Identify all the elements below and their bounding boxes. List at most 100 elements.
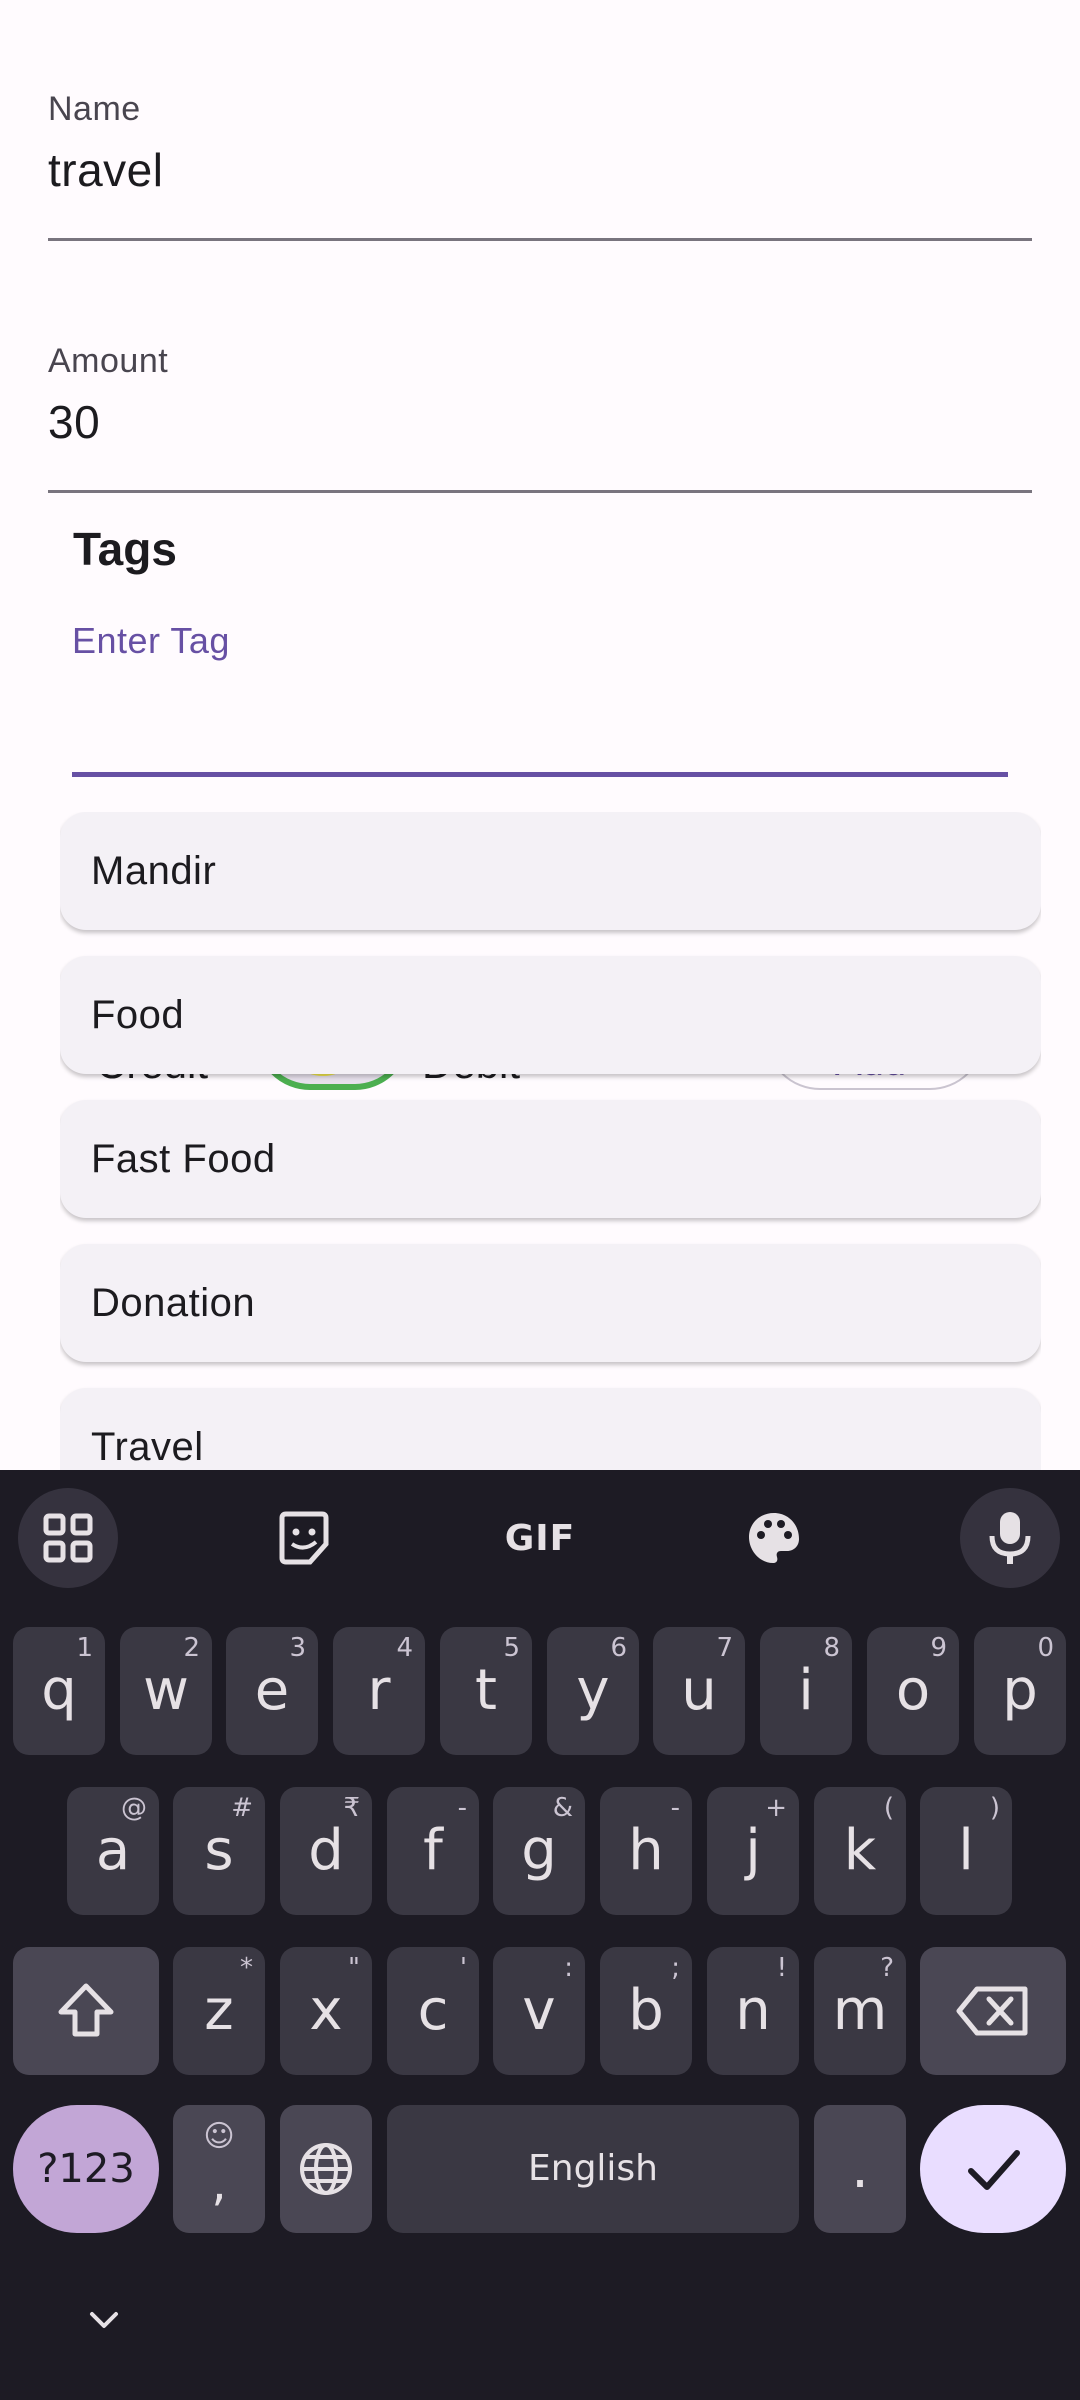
shift-icon (58, 1983, 114, 2037)
palette-icon[interactable] (724, 1488, 824, 1588)
key-char: y (576, 1658, 610, 1723)
backspace-key[interactable] (920, 1947, 1066, 2075)
key-char: x (309, 1978, 343, 2043)
key-k[interactable]: k( (814, 1787, 906, 1915)
done-key[interactable] (920, 2105, 1066, 2233)
key-hint: ? (880, 1953, 894, 1983)
key-y[interactable]: y6 (547, 1627, 639, 1755)
tag-input[interactable]: Enter Tag (72, 620, 1008, 780)
space-label: English (528, 2148, 658, 2189)
key-j[interactable]: j + (707, 1787, 799, 1915)
key-d[interactable]: d ₹ (280, 1787, 372, 1915)
key-char: s (204, 1818, 234, 1883)
key-hint: * (240, 1953, 253, 1983)
sticker-icon[interactable] (254, 1488, 354, 1588)
key-b[interactable]: b; (600, 1947, 692, 2075)
microphone-icon[interactable] (960, 1488, 1060, 1588)
key-char: a (95, 1818, 131, 1883)
amount-label: Amount (48, 342, 169, 380)
suggestion-item[interactable]: Fast Food (60, 1100, 1041, 1218)
backspace-icon (956, 1986, 1028, 2036)
comma-key[interactable]: ☺ , (173, 2105, 265, 2233)
suggestion-item[interactable]: Mandir (60, 812, 1041, 930)
key-s[interactable]: s # (173, 1787, 265, 1915)
key-char: j (745, 1818, 761, 1883)
period-label: . (851, 2136, 869, 2201)
key-m[interactable]: m? (814, 1947, 906, 2075)
key-hint: 0 (1037, 1633, 1054, 1663)
key-char: c (417, 1978, 449, 2043)
key-u[interactable]: u7 (653, 1627, 745, 1755)
key-a[interactable]: a @ (67, 1787, 159, 1915)
key-hint: ' (459, 1953, 467, 1983)
key-hint: & (552, 1793, 573, 1823)
key-hint: - (457, 1793, 467, 1823)
grid-icon[interactable] (18, 1488, 118, 1588)
key-hint: 4 (396, 1633, 413, 1663)
key-t[interactable]: t5 (440, 1627, 532, 1755)
suggestion-item[interactable]: Food (60, 956, 1041, 1074)
name-value[interactable]: travel (48, 143, 1032, 197)
key-char: h (628, 1818, 664, 1883)
period-key[interactable]: . (814, 2105, 906, 2233)
key-hint: 5 (503, 1633, 520, 1663)
key-hint: " (348, 1953, 360, 1983)
key-char: z (204, 1978, 234, 2043)
key-char: g (521, 1818, 557, 1883)
suggestion-item[interactable]: Travel (60, 1388, 1041, 1470)
key-char: o (895, 1658, 931, 1723)
key-char: k (843, 1818, 877, 1883)
key-char: l (958, 1818, 974, 1883)
gif-label: GIF (504, 1517, 576, 1559)
symbols-key[interactable]: ?123 (13, 2105, 159, 2233)
key-z[interactable]: z * (173, 1947, 265, 2075)
key-hint: # (231, 1793, 253, 1823)
key-w[interactable]: w2 (120, 1627, 212, 1755)
key-e[interactable]: e3 (226, 1627, 318, 1755)
tag-input-label: Enter Tag (72, 620, 230, 661)
key-p[interactable]: p0 (974, 1627, 1066, 1755)
key-char: n (735, 1978, 771, 2043)
key-char: u (681, 1658, 717, 1723)
gif-button[interactable]: GIF (490, 1488, 590, 1588)
name-field[interactable]: Name travel (48, 90, 1032, 242)
amount-underline (48, 490, 1032, 493)
amount-value[interactable]: 30 (48, 395, 1032, 449)
key-hint: ( (883, 1793, 894, 1823)
checkmark-icon (968, 2150, 1020, 2190)
symbols-label: ?123 (37, 2146, 135, 2192)
key-h[interactable]: h- (600, 1787, 692, 1915)
tag-suggestion-list: Mandir Food Fast Food Donation Travel (60, 812, 1041, 1470)
globe-icon (300, 2143, 352, 2195)
key-char: w (143, 1658, 189, 1723)
key-g[interactable]: g & (493, 1787, 585, 1915)
key-c[interactable]: c ' (387, 1947, 479, 2075)
key-hint: 2 (183, 1633, 200, 1663)
key-f[interactable]: f- (387, 1787, 479, 1915)
key-q[interactable]: q1 (13, 1627, 105, 1755)
key-x[interactable]: x " (280, 1947, 372, 2075)
key-n[interactable]: n! (707, 1947, 799, 2075)
shift-key[interactable] (13, 1947, 159, 2075)
suggestion-item[interactable]: Donation (60, 1244, 1041, 1362)
key-hint: 3 (289, 1633, 306, 1663)
key-r[interactable]: r4 (333, 1627, 425, 1755)
chevron-down-icon[interactable] (84, 2300, 124, 2340)
name-label: Name (48, 90, 141, 128)
key-hint: 9 (930, 1633, 947, 1663)
key-v[interactable]: v: (493, 1947, 585, 2075)
key-char: b (628, 1978, 664, 2043)
key-i[interactable]: i8 (760, 1627, 852, 1755)
key-char: f (423, 1818, 443, 1883)
key-hint: : (564, 1953, 573, 1983)
key-o[interactable]: o9 (867, 1627, 959, 1755)
language-key[interactable] (280, 2105, 372, 2233)
keyboard-toolbar: GIF (0, 1470, 1080, 1600)
amount-field[interactable]: Amount 30 (48, 342, 1032, 494)
key-hint: + (765, 1793, 787, 1823)
keyboard: GIF q1 w2 e3 r4 t5 y6 u7 i8 o9 p0 a @ s # (0, 1470, 1080, 2400)
key-l[interactable]: l) (920, 1787, 1012, 1915)
key-hint: 8 (823, 1633, 840, 1663)
space-key[interactable]: English (387, 2105, 799, 2233)
key-char: e (254, 1658, 290, 1723)
